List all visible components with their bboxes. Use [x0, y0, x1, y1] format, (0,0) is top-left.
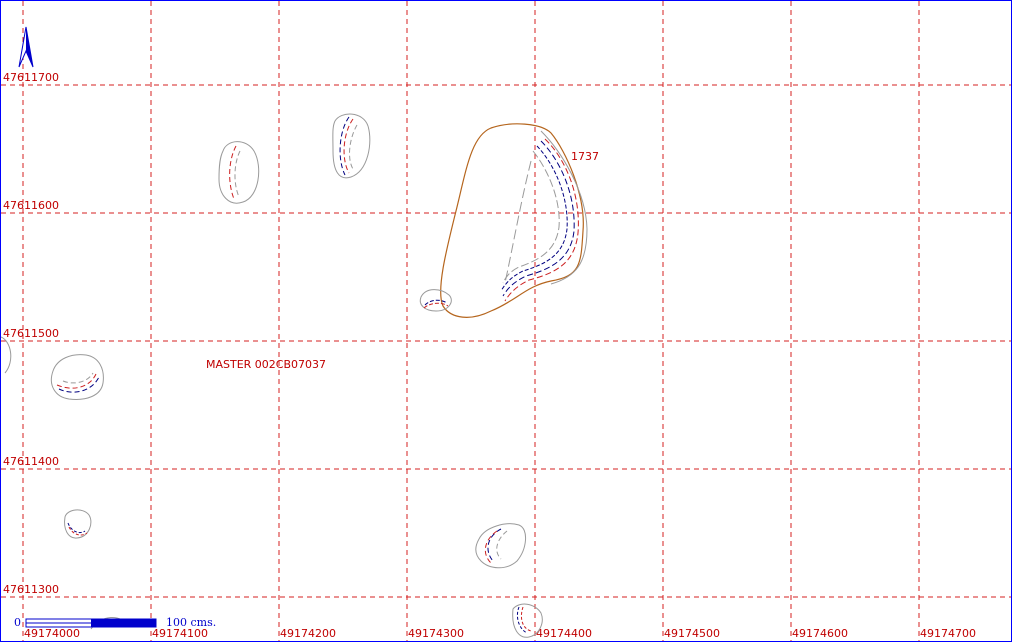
contour-line — [62, 372, 94, 384]
y-label: 47611500 — [3, 327, 59, 340]
x-label: 49174200 — [280, 627, 336, 640]
rock-outline — [50, 354, 104, 400]
map-canvas[interactable]: 47611700 47611600 47611500 47611400 4761… — [0, 0, 1012, 642]
contour-line — [67, 522, 86, 534]
scale-zero-label: 0 — [14, 616, 21, 629]
rock-feature[interactable] — [64, 509, 92, 539]
contour-line — [516, 606, 528, 634]
scale-bar-fill — [91, 619, 156, 627]
rock-outline — [218, 141, 260, 204]
contour-line — [502, 150, 560, 284]
sheet-label: MASTER 002CB07037 — [206, 358, 326, 371]
rock-feature[interactable] — [50, 354, 104, 400]
contour-line — [496, 530, 508, 560]
map-svg: 47611700 47611600 47611500 47611400 4761… — [1, 1, 1011, 641]
feature-1737[interactable] — [440, 123, 588, 318]
feature-label: 1737 — [571, 150, 599, 163]
rock-feature[interactable] — [332, 113, 371, 179]
contour-line — [520, 606, 532, 632]
rock-outline — [332, 113, 371, 179]
y-label: 47611700 — [3, 71, 59, 84]
grid — [1, 1, 1011, 641]
x-label: 49174400 — [536, 627, 592, 640]
rock-outline — [475, 523, 526, 569]
contour-line — [229, 145, 237, 200]
x-label: 49174700 — [920, 627, 976, 640]
y-label: 47611400 — [3, 455, 59, 468]
contour-line — [349, 124, 358, 170]
contour-line — [487, 528, 502, 562]
rock-feature[interactable] — [218, 141, 260, 204]
feature-outline — [440, 123, 584, 318]
y-label: 47611600 — [3, 199, 59, 212]
contour-line — [56, 373, 97, 389]
rock-feature[interactable] — [475, 523, 526, 569]
rock-outline — [1, 336, 12, 374]
x-label: 49174500 — [664, 627, 720, 640]
contour-line — [504, 160, 532, 284]
north-arrow-icon — [18, 26, 34, 68]
rock-outline — [512, 603, 543, 638]
y-label: 47611300 — [3, 583, 59, 596]
rock-feature[interactable] — [419, 289, 452, 312]
x-label: 49174600 — [792, 627, 848, 640]
contour-line — [234, 150, 241, 198]
scale-label: 100 cms. — [166, 616, 216, 629]
contour-line — [58, 376, 100, 393]
rock-feature[interactable] — [512, 603, 543, 638]
x-label: 49174300 — [408, 627, 464, 640]
x-label: 49174000 — [24, 627, 80, 640]
